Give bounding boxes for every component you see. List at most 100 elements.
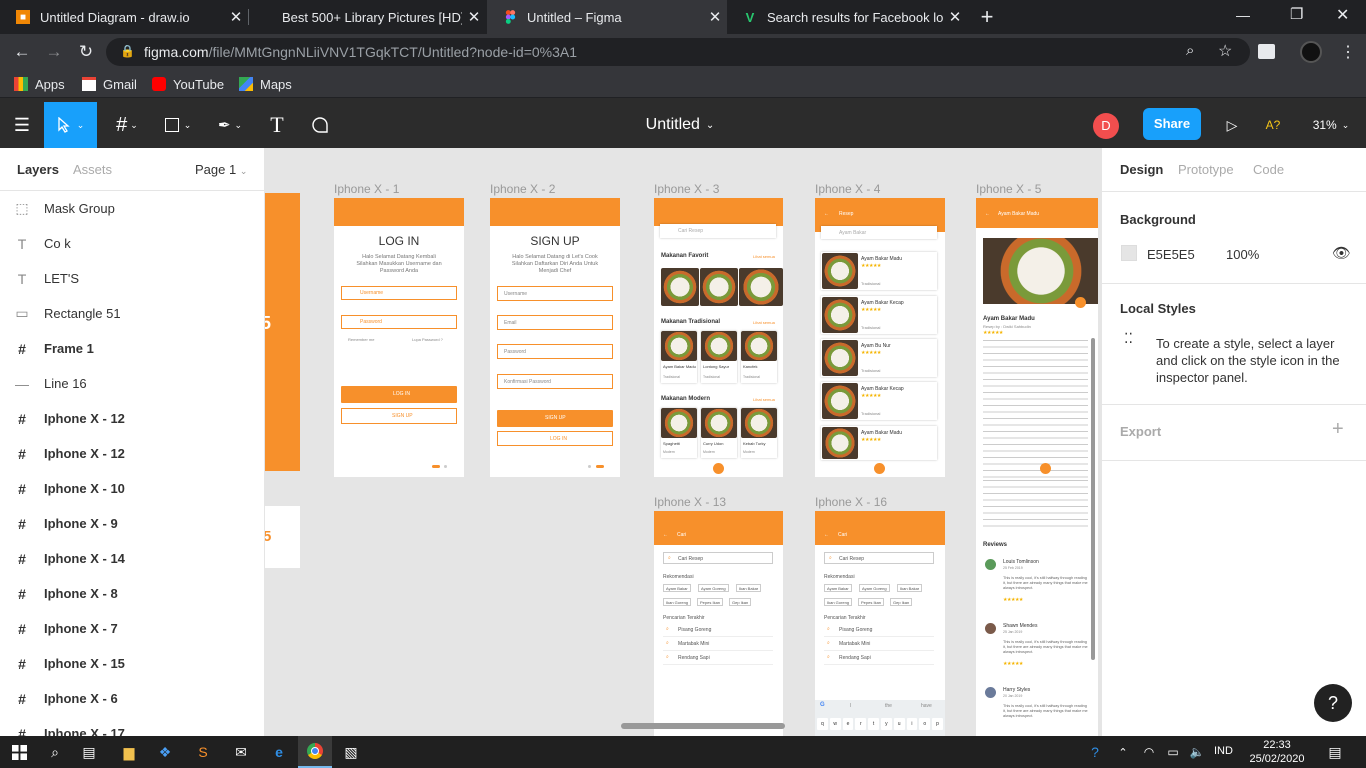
remember-me-label[interactable]: Remember me [348,337,374,342]
layer-item[interactable]: # Iphone X - 6 [0,681,264,716]
file-explorer-icon[interactable]: ▆ [112,736,146,768]
signup-email-field[interactable]: Email [497,315,613,330]
layer-item[interactable]: # Iphone X - 7 [0,611,264,646]
frame-label[interactable]: Iphone X - 5 [976,182,1041,196]
menu-dots-icon[interactable]: ⋮ [1340,42,1356,62]
signup-login-button[interactable]: LOG IN [497,431,613,446]
accessibility-help-button[interactable]: A? [1258,102,1288,148]
frame-label[interactable]: Iphone X - 2 [490,182,555,196]
frame-partial-white[interactable]: 5 [265,506,300,568]
resep-search[interactable]: Ayam Bakar [821,226,937,239]
zoom-menu[interactable]: 31% ⌄ [1306,102,1356,148]
layer-item[interactable]: # Iphone X - 17 [0,716,264,737]
tag-chip[interactable]: Ikan Goreng [663,598,692,606]
recipe-list-item[interactable]: Ayam Bakar Kecap ★★★★★ Tradisional [821,382,937,420]
layer-item[interactable]: T LET'S [0,261,264,296]
tab-prototype[interactable]: Prototype [1178,162,1234,177]
back-arrow-icon[interactable]: ← [7,34,37,70]
frame-cari[interactable]: ← Cari ⌕ Cari Resep Rekomendasi Ayam Bakar… [654,511,783,736]
password-field[interactable]: Password [341,315,457,329]
tag-chip[interactable]: Ayam Bakar [663,584,691,592]
tab-drawio[interactable]: ■ Untitled Diagram - draw.io ✕ [0,0,248,34]
layer-item[interactable]: # Iphone X - 14 [0,541,264,576]
close-tab-icon[interactable]: ✕ [462,8,486,26]
food-image[interactable] [700,268,738,306]
recipe-card[interactable]: Curry Udon Modern [701,408,737,458]
help-button[interactable]: ? [1314,684,1352,722]
bookmark-youtube[interactable]: YouTube [152,75,224,93]
tag-chip[interactable]: Ayam Bakar [824,584,852,592]
recipe-card[interactable]: Lontong Sayur Tradisional [701,331,737,383]
chrome-icon[interactable] [298,736,332,768]
task-view-icon[interactable]: ▤ [72,736,106,768]
page-selector[interactable]: Page 1 ⌄ [195,162,247,177]
layer-item[interactable]: # Iphone X - 8 [0,576,264,611]
recipe-card[interactable]: Spaghetti Modern [661,408,697,458]
frame-label[interactable]: Iphone X - 1 [334,182,399,196]
bookmark-gmail[interactable]: Gmail [82,75,137,93]
search-icon[interactable]: ⌕ [38,736,72,768]
frame-tool-button[interactable]: # ⌄ [107,102,147,148]
user-avatar[interactable]: D [1093,113,1119,139]
zoom-icon[interactable]: ⌕ [1186,42,1194,59]
share-button[interactable]: Share [1143,108,1201,140]
tab-design[interactable]: Design [1120,162,1163,177]
login-button[interactable]: LOG IN [341,386,457,403]
add-export-icon[interactable]: + [1332,418,1344,441]
reload-icon[interactable]: ↻ [71,34,101,70]
sublime-icon[interactable]: S [186,736,220,768]
tab-code[interactable]: Code [1253,162,1284,177]
layer-item[interactable]: # Iphone X - 15 [0,646,264,681]
tag-chip[interactable]: Ikan Bakar [897,584,923,592]
tag-chip[interactable]: Pepes Ikan [858,598,885,606]
tag-chip[interactable]: Pepes Ikan [697,598,724,606]
tag-chip[interactable]: Ikan Bakar [736,584,762,592]
nav-home-button[interactable] [1040,463,1051,474]
keyboard-key[interactable]: p [932,718,943,730]
see-all-link[interactable]: Lihat semua [753,320,775,325]
close-tab-icon[interactable]: ✕ [943,8,967,26]
see-all-link[interactable]: Lihat semua [753,254,775,259]
recipe-card[interactable]: Kebab Turky Modern [741,408,777,458]
nav-home-button[interactable] [874,463,885,474]
pen-tool-button[interactable]: ✒ ⌄ [210,102,250,148]
frame-signup[interactable]: SIGN UP Halo Selamat Datang di Let's Coo… [490,198,620,477]
bookmark-fab[interactable] [1075,297,1086,308]
tab-layers[interactable]: Layers [17,162,59,177]
frame-login[interactable]: LOG IN Halo Selamat Datang Kembali Silah… [334,198,464,477]
keyboard-key[interactable]: t [868,718,879,730]
comment-tool-icon[interactable] [305,102,335,148]
omnibox[interactable]: 🔒 figma.com/file/MMtGngnNLiiVNV1TGqkTCT/… [106,38,1250,66]
close-tab-icon[interactable]: ✕ [703,8,727,26]
frame-cari-keyboard[interactable]: ← Cari ⌕ Cari Resep Rekomendasi Ayam Bakar… [815,511,945,736]
recent-item[interactable]: ⌕ Martabak Mini [824,639,934,651]
frame-label[interactable]: Iphone X - 3 [654,182,719,196]
clock[interactable]: 22:33 25/02/2020 [1246,738,1308,766]
frame-label[interactable]: Iphone X - 13 [654,495,726,509]
mail-icon[interactable]: ✉ [224,736,258,768]
language-indicator[interactable]: IND [1214,745,1233,757]
extension-icon[interactable] [1258,44,1275,59]
star-icon[interactable]: ☆ [1218,41,1232,61]
recipe-card[interactable]: Ayam Bakar Madu Tradisional [661,331,697,383]
tag-chip[interactable]: Ayam Goreng [698,584,729,592]
background-hex-input[interactable]: E5E5E5 [1147,247,1195,262]
recipe-card[interactable]: Kancfek Tradisional [741,331,777,383]
signup-button[interactable]: SIGN UP [341,408,457,424]
tab-assets[interactable]: Assets [73,162,112,177]
forgot-password-link[interactable]: Lupa Password ? [412,337,443,342]
layer-item[interactable]: ⬚ Mask Group [0,191,264,226]
tab-figma[interactable]: Untitled – Figma ✕ [487,0,727,34]
food-image[interactable] [739,268,783,306]
layer-item[interactable]: # Iphone X - 12 [0,401,264,436]
frame-resep[interactable]: ← Resep Ayam Bakar Ayam Bakar Madu ★★★★★ Tr… [815,198,945,477]
design-canvas[interactable]: 5 5 Iphone X - 1 Iphone X - 2 Iphone X -… [265,148,1101,736]
canvas-scrollbar[interactable] [621,723,785,729]
tag-chip[interactable]: Ayam Goreng [859,584,890,592]
recipe-list-item[interactable]: Ayam Bakar Madu ★★★★★ Tradisional [821,252,937,290]
maximize-button[interactable]: ❐ [1290,5,1303,23]
layer-item[interactable]: ▭ Rectangle 51 [0,296,264,331]
close-tab-icon[interactable]: ✕ [224,8,248,26]
keyboard-key[interactable]: r [855,718,867,730]
recent-item[interactable]: ⌕ Pisang Goreng [824,625,934,637]
